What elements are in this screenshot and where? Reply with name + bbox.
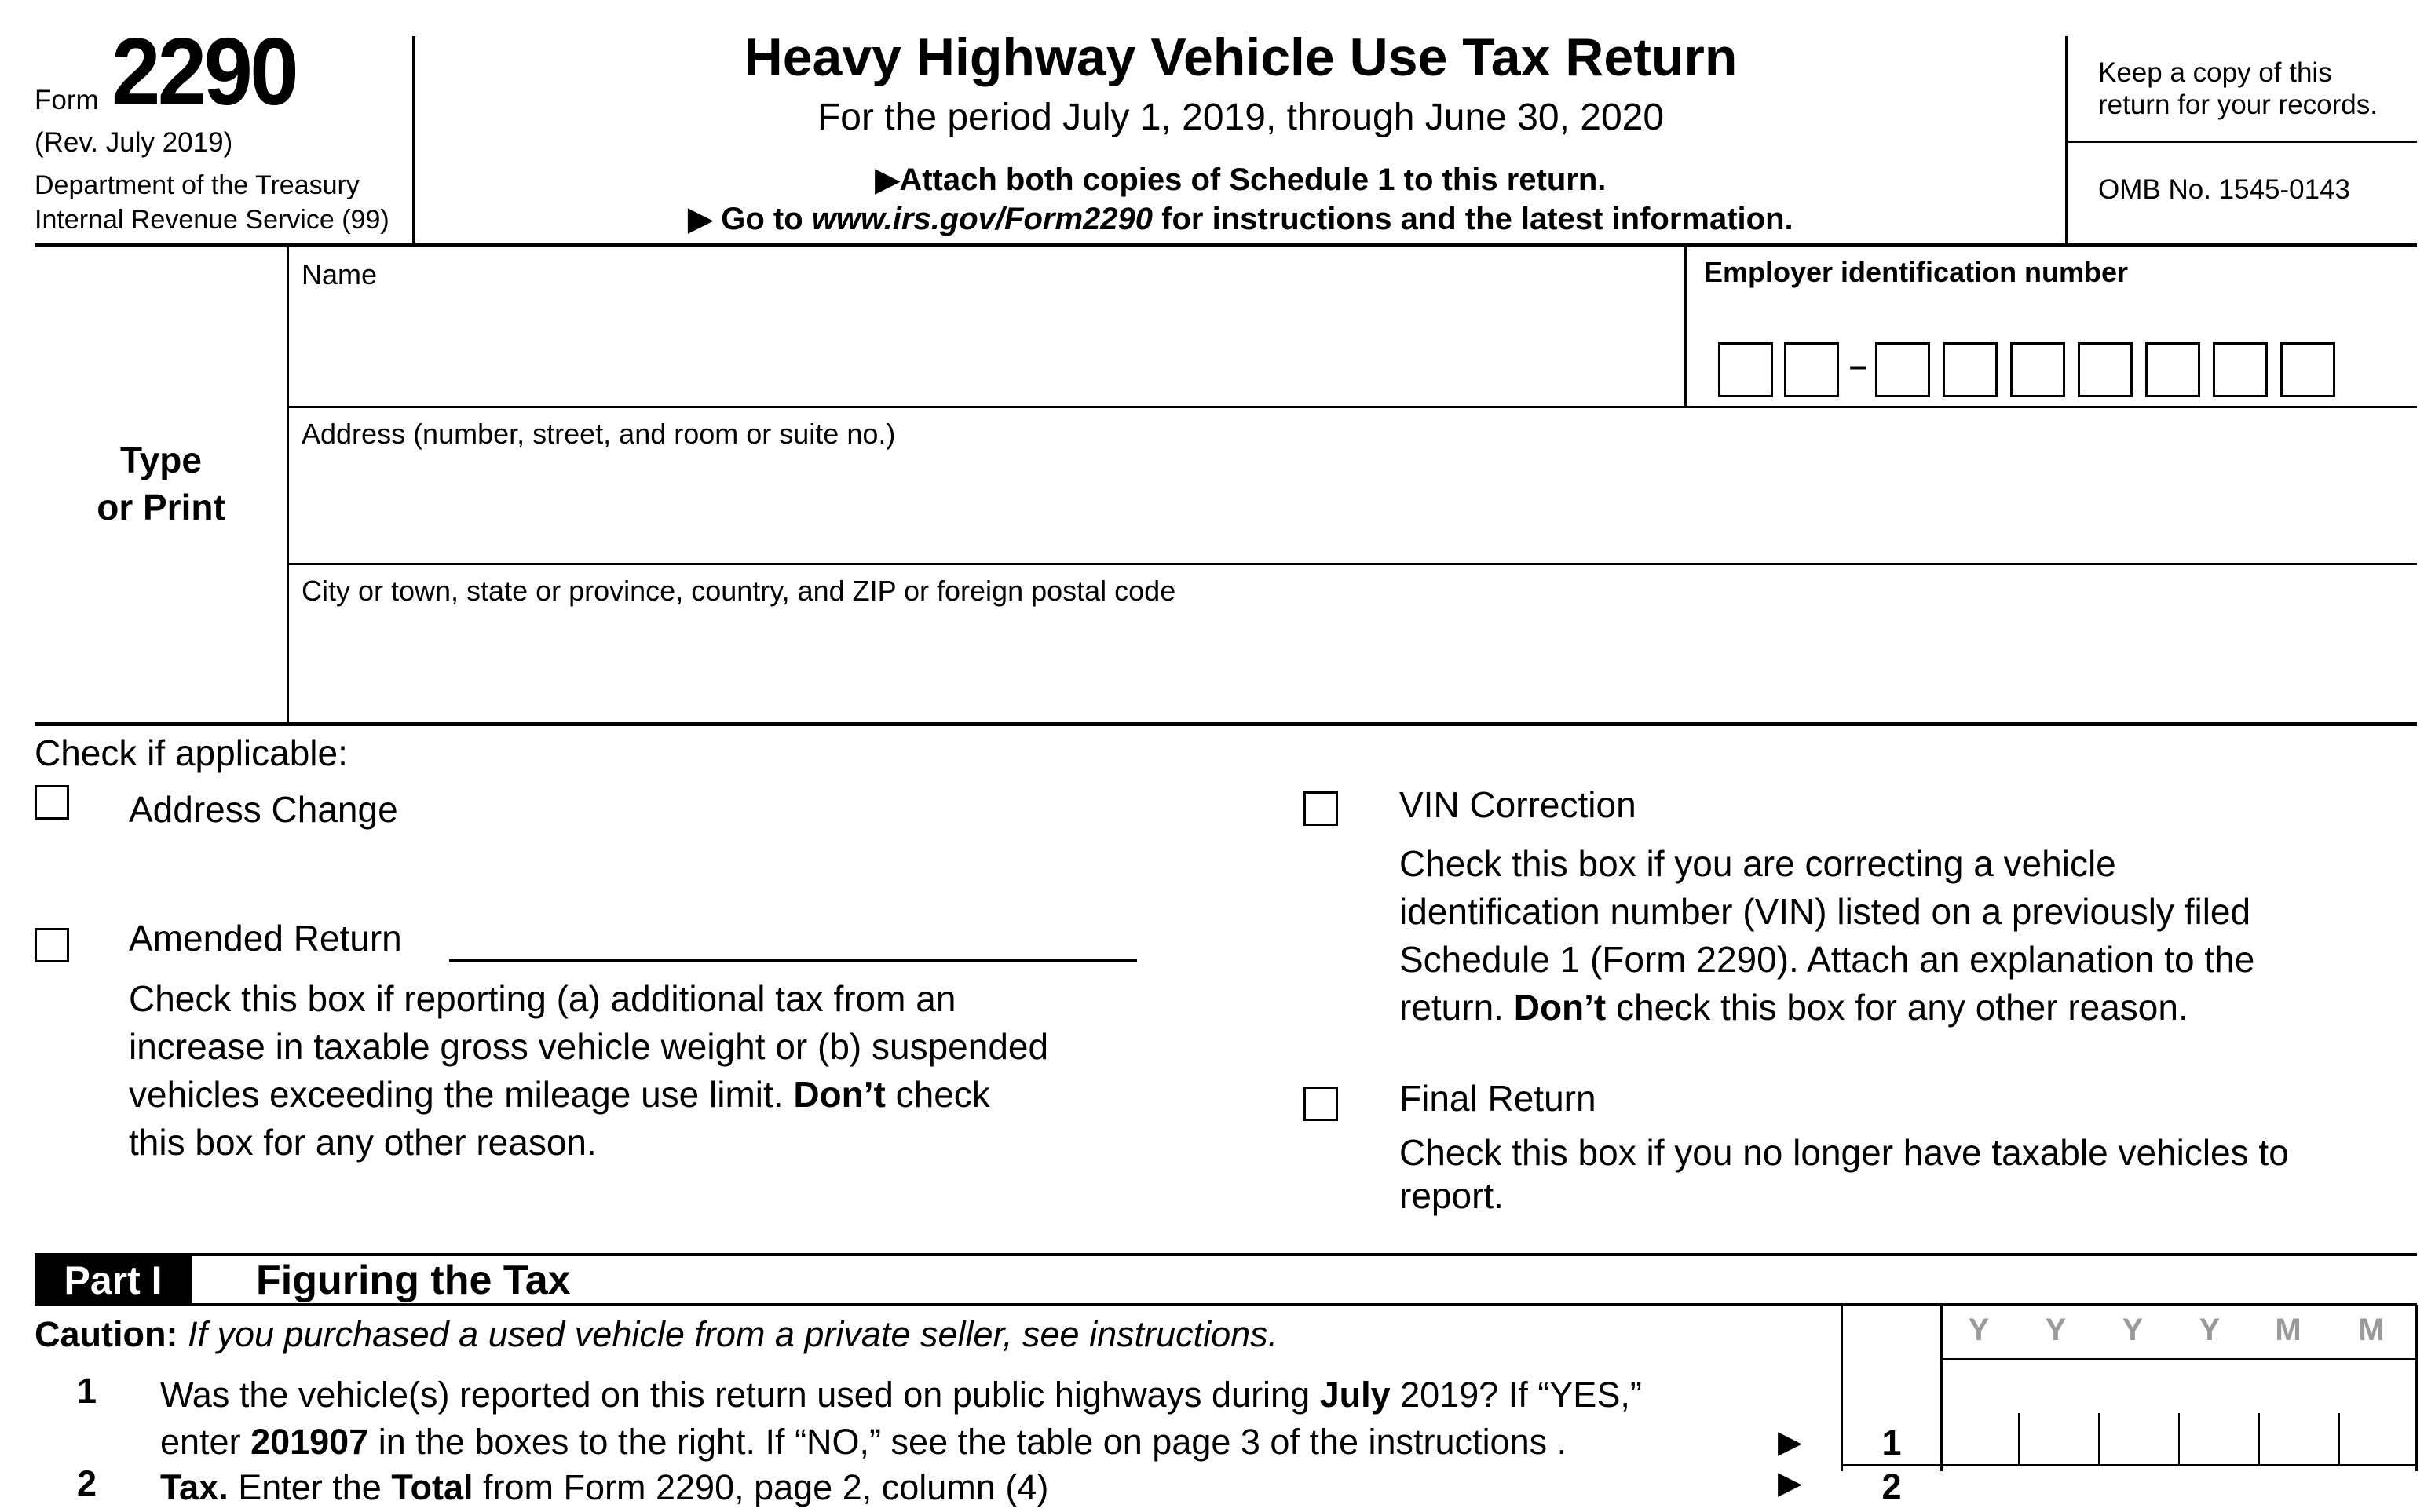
line-1-box-number: 1 [1881, 1423, 1902, 1463]
vin-correction-label: VIN Correction [1399, 784, 1636, 825]
form-title: Heavy Highway Vehicle Use Tax Return [744, 27, 1738, 87]
name-label: Name [302, 258, 378, 290]
line-2-number: 2 [77, 1463, 97, 1503]
ein-digit-box[interactable] [1784, 342, 1839, 397]
line-1-text: Was the vehicle(s) reported on this retu… [160, 1375, 1642, 1462]
final-return-checkbox[interactable] [1303, 1087, 1338, 1121]
irs-link[interactable]: www.irs.gov/Form2290 [812, 202, 1153, 236]
omb-divider [2067, 141, 2417, 143]
date-digit-separator [2338, 1413, 2340, 1465]
attach-schedule-note: ▶Attach both copies of Schedule 1 to thi… [875, 163, 1607, 197]
amended-return-description: Check this box if reporting (a) addition… [129, 978, 1049, 1163]
vin-correction-description: Check this box if you are correcting a v… [1399, 843, 2255, 1028]
arrow-right-icon: ▶ [1778, 1466, 1802, 1500]
issuing-agency: Department of the Treasury Internal Reve… [35, 168, 389, 237]
address-change-label: Address Change [129, 789, 398, 830]
date-digit-separator [2098, 1413, 2100, 1465]
address-field[interactable]: Address (number, street, and room or sui… [289, 408, 2417, 563]
address-change-checkbox[interactable] [35, 785, 69, 820]
month-placeholder: M [2275, 1313, 2302, 1347]
form-period: For the period July 1, 2019, through Jun… [817, 97, 1665, 138]
type-or-print-label: Type or Print [97, 440, 225, 528]
instructions-note: ▶ Go to www.irs.gov/Form2290 for instruc… [688, 202, 1793, 236]
ein-divider [1684, 246, 1687, 407]
amended-return-entry-line[interactable] [449, 959, 1137, 962]
keep-copy-note: Keep a copy of this return for your reco… [2098, 57, 2378, 120]
line-2-box-number: 2 [1881, 1466, 1902, 1507]
ein-digit-box[interactable] [2145, 342, 2200, 397]
vin-correction-checkbox[interactable] [1303, 791, 1338, 826]
line-2-text: Tax. Enter the Total from Form 2290, pag… [160, 1467, 1049, 1507]
amended-return-label: Amended Return [129, 918, 402, 959]
ein-digit-box[interactable] [2213, 342, 2268, 397]
month-placeholder: M [2358, 1313, 2385, 1347]
department-name: Department of the Treasury [35, 170, 360, 200]
ein-dash: – [1849, 349, 1867, 383]
ein-digit-box[interactable] [1943, 342, 1998, 397]
city-label: City or town, state or province, country… [302, 575, 1176, 607]
year-placeholder: Y [2122, 1313, 2144, 1347]
arrow-right-icon: ▶ [875, 163, 900, 197]
revision-date: (Rev. July 2019) [35, 127, 233, 158]
ein-digit-box[interactable] [2010, 342, 2065, 397]
amended-return-checkbox[interactable] [35, 928, 69, 962]
name-field[interactable]: Name [289, 247, 1685, 407]
year-placeholder: Y [2045, 1313, 2067, 1347]
value-column-right [2415, 1305, 2418, 1471]
form-word: Form [35, 85, 99, 115]
ein-digit-box[interactable] [2280, 342, 2335, 397]
line-1-number: 1 [77, 1371, 97, 1411]
identity-bottom-rule [35, 722, 2417, 726]
ein-digit-box[interactable] [2078, 342, 2133, 397]
part1-label: Part I [35, 1256, 192, 1305]
final-return-label: Final Return [1399, 1078, 1596, 1119]
date-digit-separator [2258, 1413, 2260, 1465]
line-2-tax-input[interactable] [1943, 1466, 2415, 1471]
city-field[interactable]: City or town, state or province, country… [289, 565, 2417, 722]
ein-digit-box[interactable] [1875, 342, 1930, 397]
date-digit-separator [2178, 1413, 2180, 1465]
check-if-applicable-heading: Check if applicable: [35, 732, 348, 773]
address-label: Address (number, street, and room or sui… [302, 418, 896, 450]
ein-digit-box[interactable] [1718, 342, 1773, 397]
part1-title: Figuring the Tax [256, 1258, 571, 1303]
part1-title-rule [35, 1303, 2417, 1306]
omb-number: OMB No. 1545-0143 [2098, 174, 2351, 205]
arrow-right-icon: ▶ [1778, 1425, 1802, 1459]
header-divider-left [412, 36, 415, 247]
agency-name: Internal Revenue Service (99) [35, 205, 389, 235]
caution-note: Caution: If you purchased a used vehicle… [35, 1314, 1278, 1354]
arrow-right-icon: ▶ [688, 202, 713, 236]
year-placeholder: Y [2199, 1313, 2221, 1347]
ein-label: Employer identification number [1704, 256, 2129, 288]
date-digit-separator [2018, 1413, 2020, 1465]
form-number: 2290 [112, 18, 299, 125]
final-return-description: Check this box if you no longer have tax… [1399, 1132, 2289, 1216]
year-placeholder: Y [1968, 1313, 1990, 1347]
